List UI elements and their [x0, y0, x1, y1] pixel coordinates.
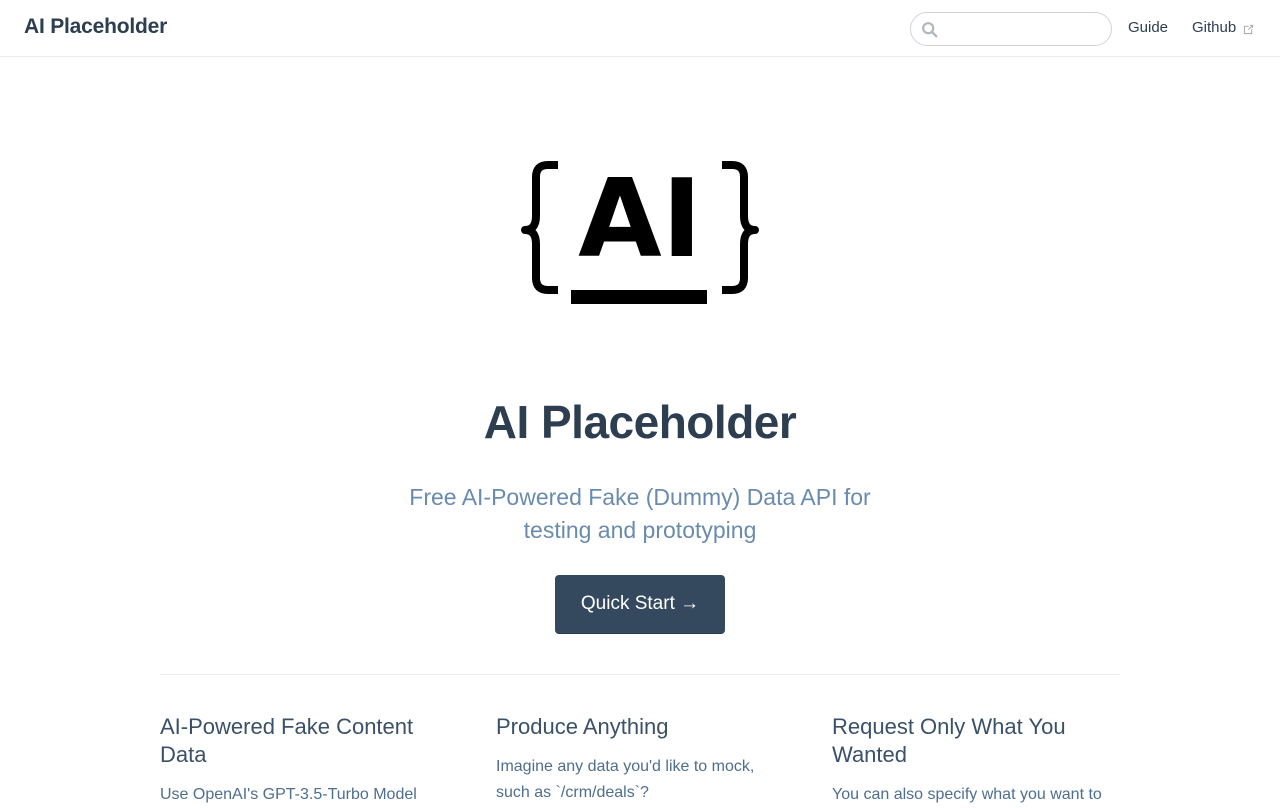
right-brace-icon [722, 161, 759, 294]
search-box[interactable] [910, 12, 1112, 47]
feature-card-produce-anything: Produce Anything Imagine any data you'd … [496, 713, 786, 806]
feature-card-ai-powered: AI-Powered Fake Content Data Use OpenAI'… [160, 713, 450, 808]
feature-title: Request Only What You Wanted [832, 714, 1066, 767]
search-icon [922, 22, 938, 38]
left-brace-icon [521, 161, 558, 294]
external-link-icon [1243, 24, 1254, 35]
nav-link-guide[interactable]: Guide [1128, 19, 1168, 36]
hero-description: Free AI-Powered Fake (Dummy) Data API fo… [409, 484, 871, 543]
feature-title: Produce Anything [496, 714, 669, 739]
feature-card-request-only: Request Only What You Wanted You can als… [832, 713, 1122, 808]
feature-text: Imagine any data you'd like to mock, suc… [496, 758, 755, 801]
feature-text: Use OpenAI's GPT-3.5-Turbo Model [160, 786, 417, 803]
hero-logo: AI [521, 160, 759, 304]
hero-title: AI Placeholder [483, 396, 797, 448]
feature-title: AI-Powered Fake Content Data [160, 714, 414, 767]
site-name-link[interactable]: AI Placeholder [24, 15, 167, 39]
logo-letters: AI [578, 160, 702, 282]
quick-start-button[interactable]: Quick Start → [555, 575, 725, 634]
logo-underscore [571, 290, 707, 304]
search-input[interactable] [945, 13, 1109, 47]
navbar: AI Placeholder Guide Github [0, 0, 1280, 57]
divider [160, 674, 1120, 675]
nav-link-github[interactable]: Github [1192, 19, 1236, 36]
feature-text: You can also specify what you want to [832, 786, 1102, 803]
